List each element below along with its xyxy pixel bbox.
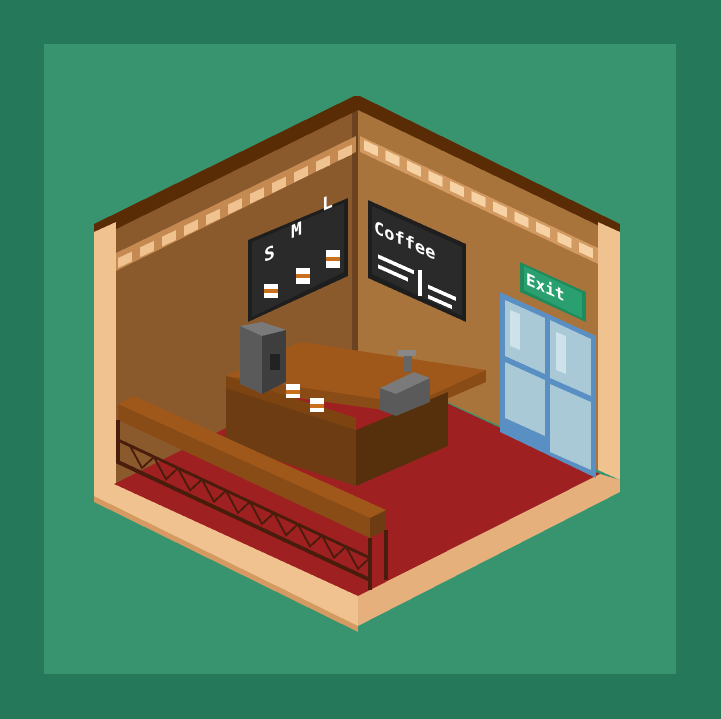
left-wall-edge (94, 222, 116, 496)
right-wall-edge (598, 222, 620, 480)
scene-svg: S M L Coffee Exit (0, 0, 721, 719)
coffee-machine (240, 322, 286, 394)
game-scene: S M L Coffee Exit (0, 0, 721, 719)
